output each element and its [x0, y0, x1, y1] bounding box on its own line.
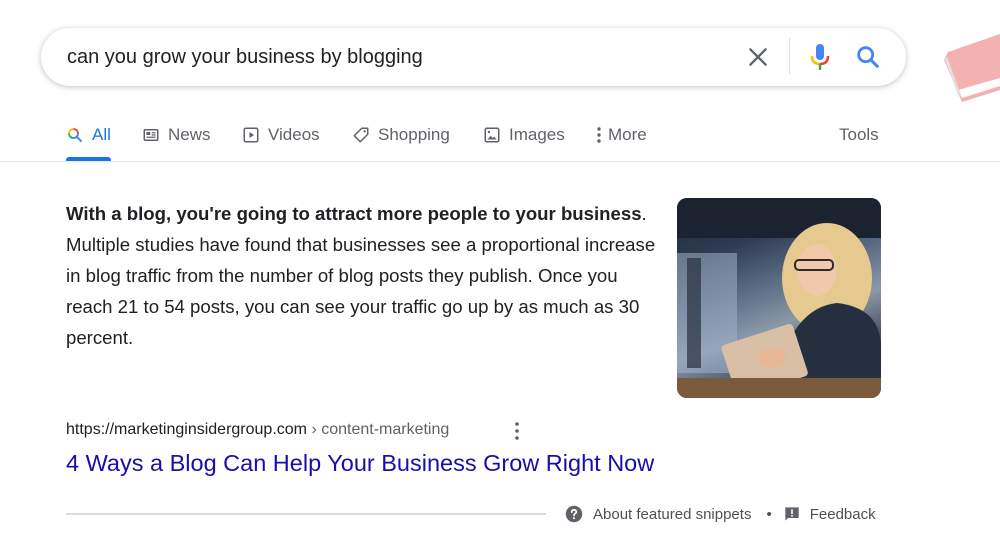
- microphone-icon: [810, 44, 830, 70]
- result-domain: https://marketinginsidergroup.com: [66, 421, 307, 438]
- tab-label: More: [608, 125, 647, 144]
- feedback-label: Feedback: [809, 505, 876, 523]
- newspaper-icon: [143, 129, 159, 141]
- book-doodle: [940, 30, 1000, 102]
- tab-images[interactable]: Images: [483, 122, 565, 148]
- search-box-divider: [789, 38, 790, 74]
- about-label: About featured snippets: [593, 505, 752, 523]
- tab-label: Images: [509, 125, 565, 144]
- active-tab-indicator: [66, 157, 111, 161]
- image-icon: [484, 127, 500, 143]
- tab-more[interactable]: More: [596, 122, 647, 148]
- search-box: [41, 28, 906, 86]
- tab-all[interactable]: All: [66, 122, 111, 148]
- result-breadcrumb: › content-marketing: [307, 421, 450, 438]
- tab-videos[interactable]: Videos: [242, 122, 320, 148]
- featured-snippet-text: With a blog, you're going to attract mor…: [66, 198, 656, 353]
- snippet-highlight-suffix: .: [641, 203, 647, 224]
- more-vert-icon: [597, 127, 601, 143]
- woman-reading-tablet-image: [677, 198, 881, 398]
- footer-separator: •: [766, 505, 772, 523]
- search-tabs: All News Videos Shopping Images More Too…: [0, 112, 1000, 162]
- tab-label: News: [168, 125, 211, 144]
- search-button[interactable]: [854, 43, 882, 71]
- search-icon: [857, 46, 879, 68]
- close-icon: [749, 48, 767, 66]
- footer-divider: [66, 513, 546, 515]
- search-icon: [68, 128, 82, 142]
- search-input[interactable]: [67, 42, 727, 72]
- about-featured-snippets-link[interactable]: About featured snippets: [565, 505, 751, 523]
- tab-news[interactable]: News: [142, 122, 211, 148]
- voice-search-button[interactable]: [808, 42, 832, 72]
- tab-label: Videos: [268, 125, 320, 144]
- feedback-link[interactable]: Feedback: [784, 506, 876, 523]
- snippet-image[interactable]: [677, 198, 881, 398]
- snippet-highlight: With a blog, you're going to attract mor…: [66, 203, 642, 224]
- result-title-link[interactable]: 4 Ways a Blog Can Help Your Business Gro…: [66, 450, 654, 477]
- snippet-body: Multiple studies have found that busines…: [66, 234, 656, 348]
- result-options-button[interactable]: [509, 420, 525, 442]
- tools-button[interactable]: Tools: [839, 122, 879, 148]
- book-icon: [944, 34, 1000, 102]
- tab-label: All: [92, 125, 111, 144]
- feedback-icon: [785, 507, 799, 521]
- snippet-footer: About featured snippets • Feedback: [565, 503, 876, 525]
- result-url[interactable]: https://marketinginsidergroup.com › cont…: [66, 421, 449, 439]
- tools-label: Tools: [839, 125, 879, 144]
- tag-icon: [353, 127, 369, 143]
- tab-shopping[interactable]: Shopping: [352, 122, 450, 148]
- play-icon: [243, 127, 259, 143]
- help-icon: [565, 505, 583, 523]
- more-vert-icon: [515, 422, 519, 440]
- clear-search-button[interactable]: [745, 44, 771, 70]
- tab-label: Shopping: [378, 125, 450, 144]
